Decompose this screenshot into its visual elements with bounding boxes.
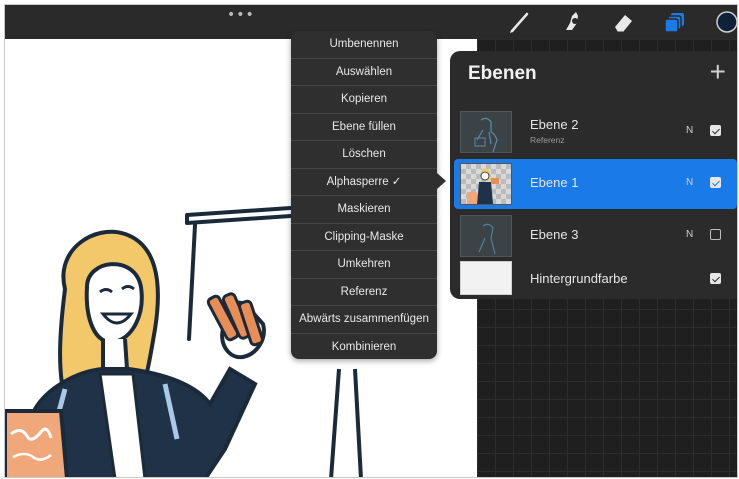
smudge-icon[interactable]: [559, 9, 585, 35]
layers-icon[interactable]: [662, 9, 688, 35]
menu-item-reference[interactable]: Referenz: [291, 279, 437, 306]
layer-row-ebene-3[interactable]: Ebene 3 N: [454, 211, 737, 261]
menu-item-combine[interactable]: Kombinieren: [291, 334, 437, 360]
color-icon[interactable]: [714, 9, 737, 35]
layer-thumbnail: [460, 111, 512, 153]
menu-item-mask[interactable]: Maskieren: [291, 196, 437, 224]
eraser-icon[interactable]: [610, 9, 636, 35]
menu-item-clipping-mask[interactable]: Clipping-Maske: [291, 224, 437, 251]
layer-options-menu: Umbenennen Auswählen Kopieren Ebene füll…: [291, 31, 437, 359]
visibility-checkbox[interactable]: [710, 229, 721, 240]
blend-mode-button[interactable]: N: [686, 125, 693, 136]
visibility-checkbox[interactable]: [710, 177, 721, 188]
menu-item-merge-down[interactable]: Abwärts zusammenfügen: [291, 306, 437, 334]
layer-thumbnail: [460, 215, 512, 257]
menu-item-copy[interactable]: Kopieren: [291, 86, 437, 114]
layer-name: Ebene 3: [530, 227, 579, 242]
layer-name: Ebene 1: [530, 175, 579, 190]
menu-item-alpha-lock[interactable]: Alphasperre ✓: [291, 169, 437, 196]
layer-name: Ebene 2: [530, 117, 579, 132]
menu-item-invert[interactable]: Umkehren: [291, 251, 437, 279]
menu-item-fill-layer[interactable]: Ebene füllen: [291, 114, 437, 141]
menu-item-rename[interactable]: Umbenennen: [291, 31, 437, 59]
menu-item-select[interactable]: Auswählen: [291, 59, 437, 86]
background-color-swatch[interactable]: [460, 261, 512, 295]
layers-panel: Ebenen + Ebene 2 Referenz N Ebene 1 N Eb…: [450, 51, 737, 299]
layer-name: Hintergrundfarbe: [530, 271, 628, 286]
layer-row-background-color[interactable]: Hintergrundfarbe: [454, 257, 737, 299]
layer-row-ebene-2[interactable]: Ebene 2 Referenz N: [454, 107, 737, 157]
blend-mode-button[interactable]: N: [686, 177, 693, 188]
layer-thumbnail: [460, 163, 512, 205]
procreate-window: ••• Umbenennen Auswählen Kopieren Ebene …: [4, 4, 738, 478]
add-layer-button[interactable]: +: [710, 57, 726, 87]
layer-row-ebene-1[interactable]: Ebene 1 N: [454, 159, 737, 209]
layer-subtitle: Referenz: [530, 135, 565, 145]
layers-panel-title: Ebenen: [468, 63, 537, 84]
visibility-checkbox[interactable]: [710, 125, 721, 136]
more-options-icon[interactable]: •••: [227, 7, 255, 23]
visibility-checkbox[interactable]: [710, 273, 721, 284]
brush-icon[interactable]: [507, 9, 533, 35]
menu-pointer-arrow: [437, 173, 446, 189]
blend-mode-button[interactable]: N: [686, 229, 693, 240]
menu-item-delete[interactable]: Löschen: [291, 141, 437, 169]
